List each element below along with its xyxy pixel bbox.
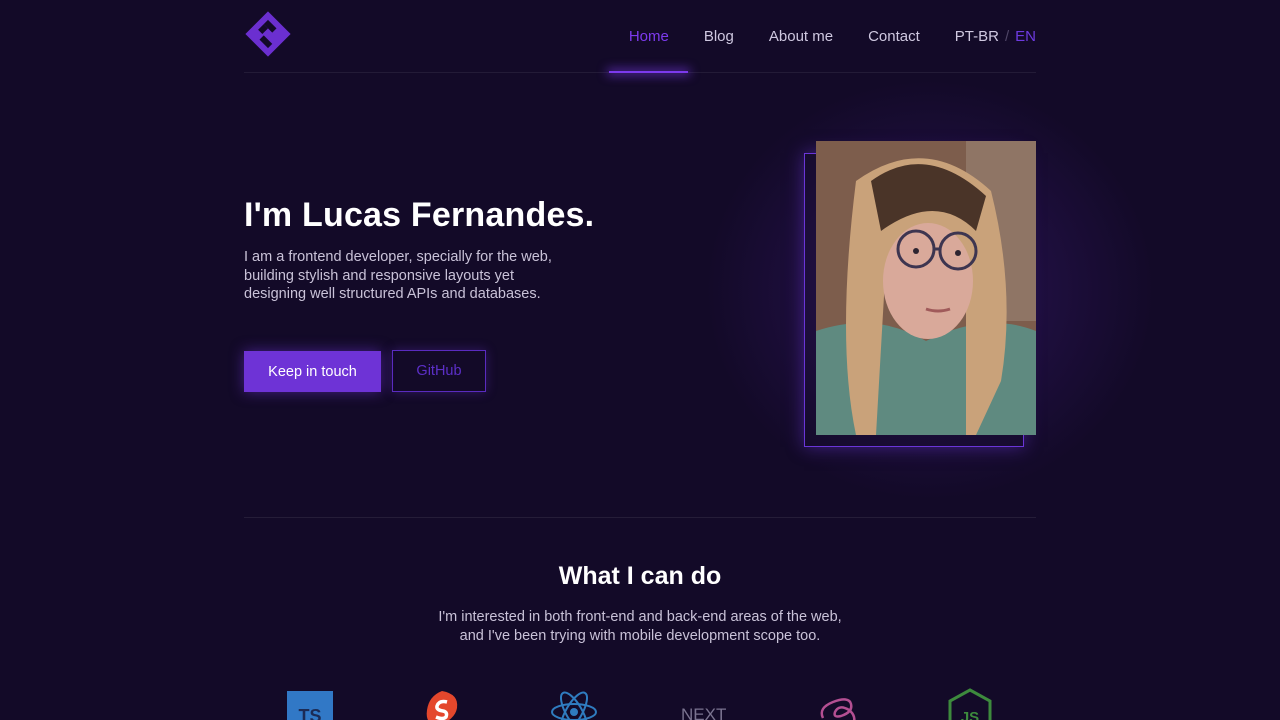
hero-description: I am a frontend developer, specially for… (244, 249, 552, 302)
nav-home[interactable]: Home (608, 0, 688, 73)
language-switcher: PT-BR / EN (955, 0, 1036, 72)
logo-icon[interactable] (244, 10, 292, 58)
profile-photo (816, 141, 1036, 435)
github-button[interactable]: GitHub (392, 350, 486, 392)
lang-pt-br[interactable]: PT-BR (955, 28, 999, 45)
nextjs-icon: NEXT (681, 705, 726, 720)
keep-in-touch-button[interactable]: Keep in touch (244, 351, 381, 392)
nextjs-label: NEXT (681, 705, 726, 720)
react-icon (551, 691, 597, 720)
nav-blog[interactable]: Blog (704, 0, 734, 72)
nodejs-icon: JS (948, 688, 992, 720)
svelte-icon (426, 691, 458, 720)
main-nav: Home Blog About me Contact PT-BR / EN (594, 0, 1036, 73)
hero-title: I'm Lucas Fernandes. (244, 196, 595, 234)
lang-en[interactable]: EN (1015, 28, 1036, 45)
site-header: Home Blog About me Contact PT-BR / EN (244, 0, 1036, 73)
lang-separator: / (1004, 27, 1010, 45)
typescript-label: TS (298, 706, 321, 720)
skills-description: I'm interested in both front-end and bac… (0, 608, 1280, 645)
typescript-icon: TS (287, 691, 333, 720)
skills-description-line-1: I'm interested in both front-end and bac… (438, 609, 842, 625)
skills-description-line-2: and I've been trying with mobile develop… (459, 627, 821, 644)
nav-contact[interactable]: Contact (868, 0, 920, 72)
nodejs-label: JS (961, 709, 979, 720)
section-divider (244, 517, 1036, 518)
nav-about-me[interactable]: About me (769, 0, 833, 72)
skills-title: What I can do (558, 562, 722, 590)
sass-icon (820, 698, 856, 720)
